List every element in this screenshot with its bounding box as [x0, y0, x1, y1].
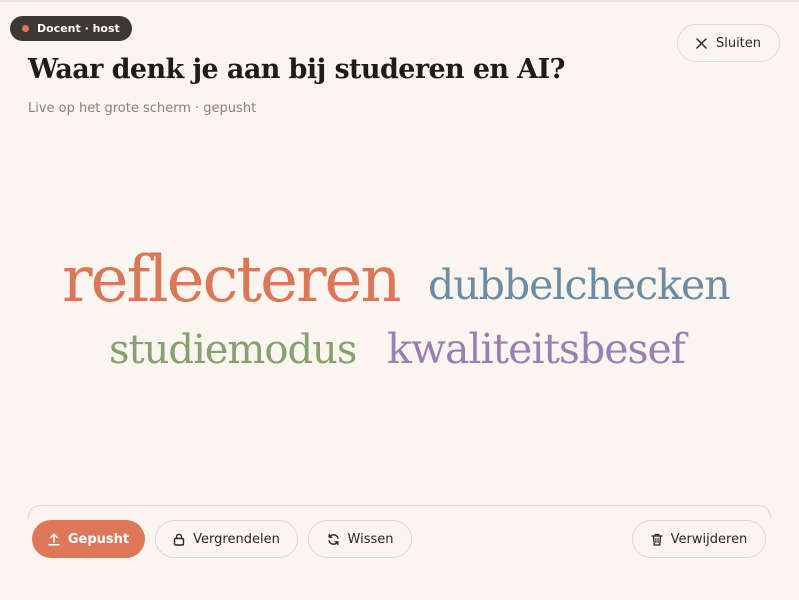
role-badge: Docent · host — [10, 16, 132, 41]
delete-button[interactable]: Verwijderen — [632, 520, 766, 558]
lock-icon — [173, 533, 185, 546]
word-cloud-word: kwaliteitsbesef — [387, 325, 686, 373]
trash-icon — [651, 533, 663, 546]
role-badge-label: Docent · host — [37, 22, 120, 35]
delete-button-label: Verwijderen — [670, 531, 748, 547]
toolbar-divider — [28, 505, 771, 519]
word-cloud: reflecteren dubbelchecken studiemodus kw… — [0, 230, 799, 390]
upload-icon — [48, 533, 60, 546]
top-divider — [0, 0, 799, 2]
wipe-button[interactable]: Wissen — [308, 520, 412, 558]
word-cloud-word: studiemodus — [109, 327, 357, 373]
close-button[interactable]: Sluiten — [677, 24, 780, 62]
status-dot — [22, 25, 29, 32]
wipe-button-label: Wissen — [347, 531, 394, 547]
lock-button-label: Vergrendelen — [193, 531, 280, 547]
close-button-label: Sluiten — [715, 35, 762, 51]
close-icon — [696, 37, 707, 49]
lock-button[interactable]: Vergrendelen — [155, 520, 298, 558]
push-button-label: Gepusht — [67, 531, 130, 547]
push-button[interactable]: Gepusht — [32, 520, 145, 558]
word-cloud-word: reflecteren — [62, 243, 402, 317]
page-subtitle: Live op het grote scherm · gepusht — [28, 101, 257, 116]
refresh-icon — [327, 533, 340, 546]
page-title: Waar denk je aan bij studeren en AI? — [28, 54, 565, 85]
word-cloud-word: dubbelchecken — [428, 261, 731, 309]
